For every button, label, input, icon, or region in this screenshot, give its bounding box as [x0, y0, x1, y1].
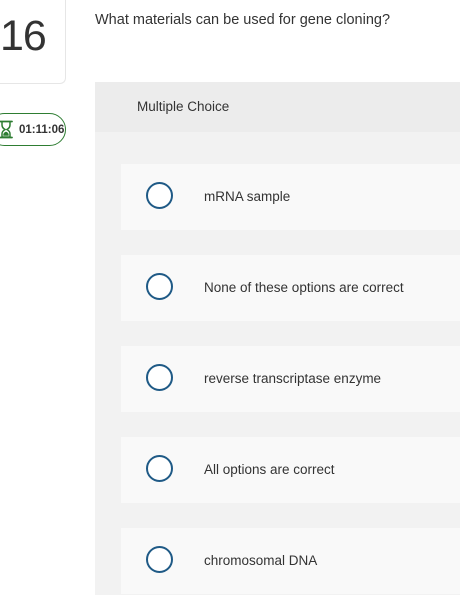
timer-value: 01:11:06	[19, 124, 65, 136]
panel-title: Multiple Choice	[137, 99, 230, 114]
option-label: mRNA sample	[204, 189, 291, 204]
radio-button[interactable]	[146, 455, 173, 482]
hourglass-icon	[0, 120, 13, 139]
option-label: chromosomal DNA	[204, 553, 318, 568]
multiple-choice-panel: Multiple Choice mRNA sample None of thes…	[95, 82, 460, 595]
question-page: 16 01:11:06 What materials can be used f…	[0, 0, 460, 595]
question-prompt: What materials can be used for gene clon…	[95, 12, 391, 28]
panel-header: Multiple Choice	[95, 82, 460, 132]
answer-option[interactable]: reverse transcriptase enzyme	[121, 346, 460, 412]
answer-option[interactable]: None of these options are correct	[121, 255, 460, 321]
option-label: None of these options are correct	[204, 280, 404, 295]
option-label: All options are correct	[204, 462, 335, 477]
radio-button[interactable]	[146, 273, 173, 300]
answer-option[interactable]: chromosomal DNA	[121, 528, 460, 594]
radio-button[interactable]	[146, 182, 173, 209]
question-number-card: 16	[0, 0, 66, 84]
answer-option[interactable]: mRNA sample	[121, 164, 460, 230]
radio-button[interactable]	[146, 364, 173, 391]
question-number: 16	[0, 12, 47, 60]
answer-option[interactable]: All options are correct	[121, 437, 460, 503]
radio-button[interactable]	[146, 546, 173, 573]
option-label: reverse transcriptase enzyme	[204, 371, 382, 386]
timer-badge: 01:11:06	[0, 113, 66, 146]
